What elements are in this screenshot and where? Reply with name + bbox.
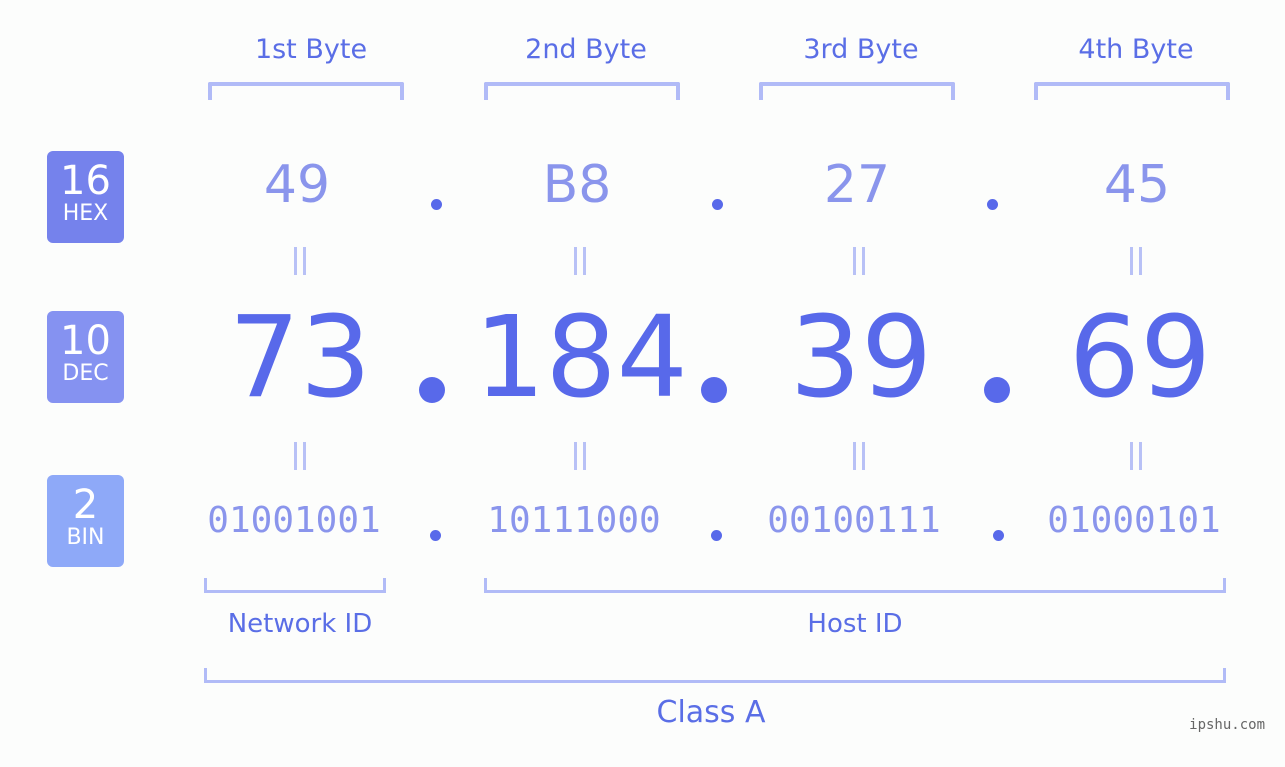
network-id-bracket <box>204 578 386 593</box>
byte-bracket-1 <box>208 82 404 100</box>
host-id-bracket <box>484 578 1226 593</box>
bin-separator-dot <box>430 530 441 541</box>
dec-base: 10 <box>60 318 111 364</box>
hex-value-1: 49 <box>263 155 331 215</box>
hex-value-4: 45 <box>1103 155 1171 215</box>
dec-badge: 10 DEC <box>47 311 124 403</box>
dec-label: DEC <box>62 361 109 386</box>
equals-icon <box>1127 442 1147 470</box>
bin-label: BIN <box>66 525 105 550</box>
equals-icon <box>571 442 591 470</box>
byte-header-2: 2nd Byte <box>525 34 647 65</box>
equals-icon <box>571 247 591 275</box>
class-label: Class A <box>656 695 766 730</box>
equals-icon <box>850 442 870 470</box>
byte-bracket-4 <box>1034 82 1230 100</box>
bin-value-4: 01000101 <box>1047 500 1221 541</box>
dec-separator-dot <box>984 377 1010 403</box>
hex-separator-dot <box>431 199 442 210</box>
hex-separator-dot <box>987 199 998 210</box>
hex-separator-dot <box>712 199 723 210</box>
byte-header-4: 4th Byte <box>1078 34 1194 65</box>
equals-icon <box>291 442 311 470</box>
hex-value-3: 27 <box>823 155 891 215</box>
bin-value-2: 10111000 <box>487 500 661 541</box>
dec-value-2: 184 <box>474 293 688 423</box>
bin-value-3: 00100111 <box>767 500 941 541</box>
dec-value-3: 39 <box>789 293 933 423</box>
hex-label: HEX <box>62 201 109 226</box>
equals-icon <box>1127 247 1147 275</box>
dec-value-1: 73 <box>228 293 372 423</box>
hex-value-2: B8 <box>542 155 612 215</box>
byte-bracket-3 <box>759 82 955 100</box>
network-id-label: Network ID <box>227 609 373 639</box>
bin-separator-dot <box>711 530 722 541</box>
byte-header-1: 1st Byte <box>254 34 368 65</box>
dec-separator-dot <box>419 377 445 403</box>
bin-badge: 2 BIN <box>47 475 124 567</box>
dec-separator-dot <box>701 377 727 403</box>
watermark: ipshu.com <box>1189 717 1265 733</box>
bin-value-1: 01001001 <box>207 500 381 541</box>
byte-bracket-2 <box>484 82 680 100</box>
bin-base: 2 <box>72 482 99 528</box>
dec-value-4: 69 <box>1068 293 1212 423</box>
hex-badge: 16 HEX <box>47 151 124 243</box>
class-bracket <box>204 668 1226 683</box>
byte-header-3: 3rd Byte <box>803 34 919 65</box>
equals-icon <box>291 247 311 275</box>
hex-base: 16 <box>60 158 111 204</box>
bin-separator-dot <box>993 530 1004 541</box>
equals-icon <box>850 247 870 275</box>
host-id-label: Host ID <box>807 609 903 639</box>
